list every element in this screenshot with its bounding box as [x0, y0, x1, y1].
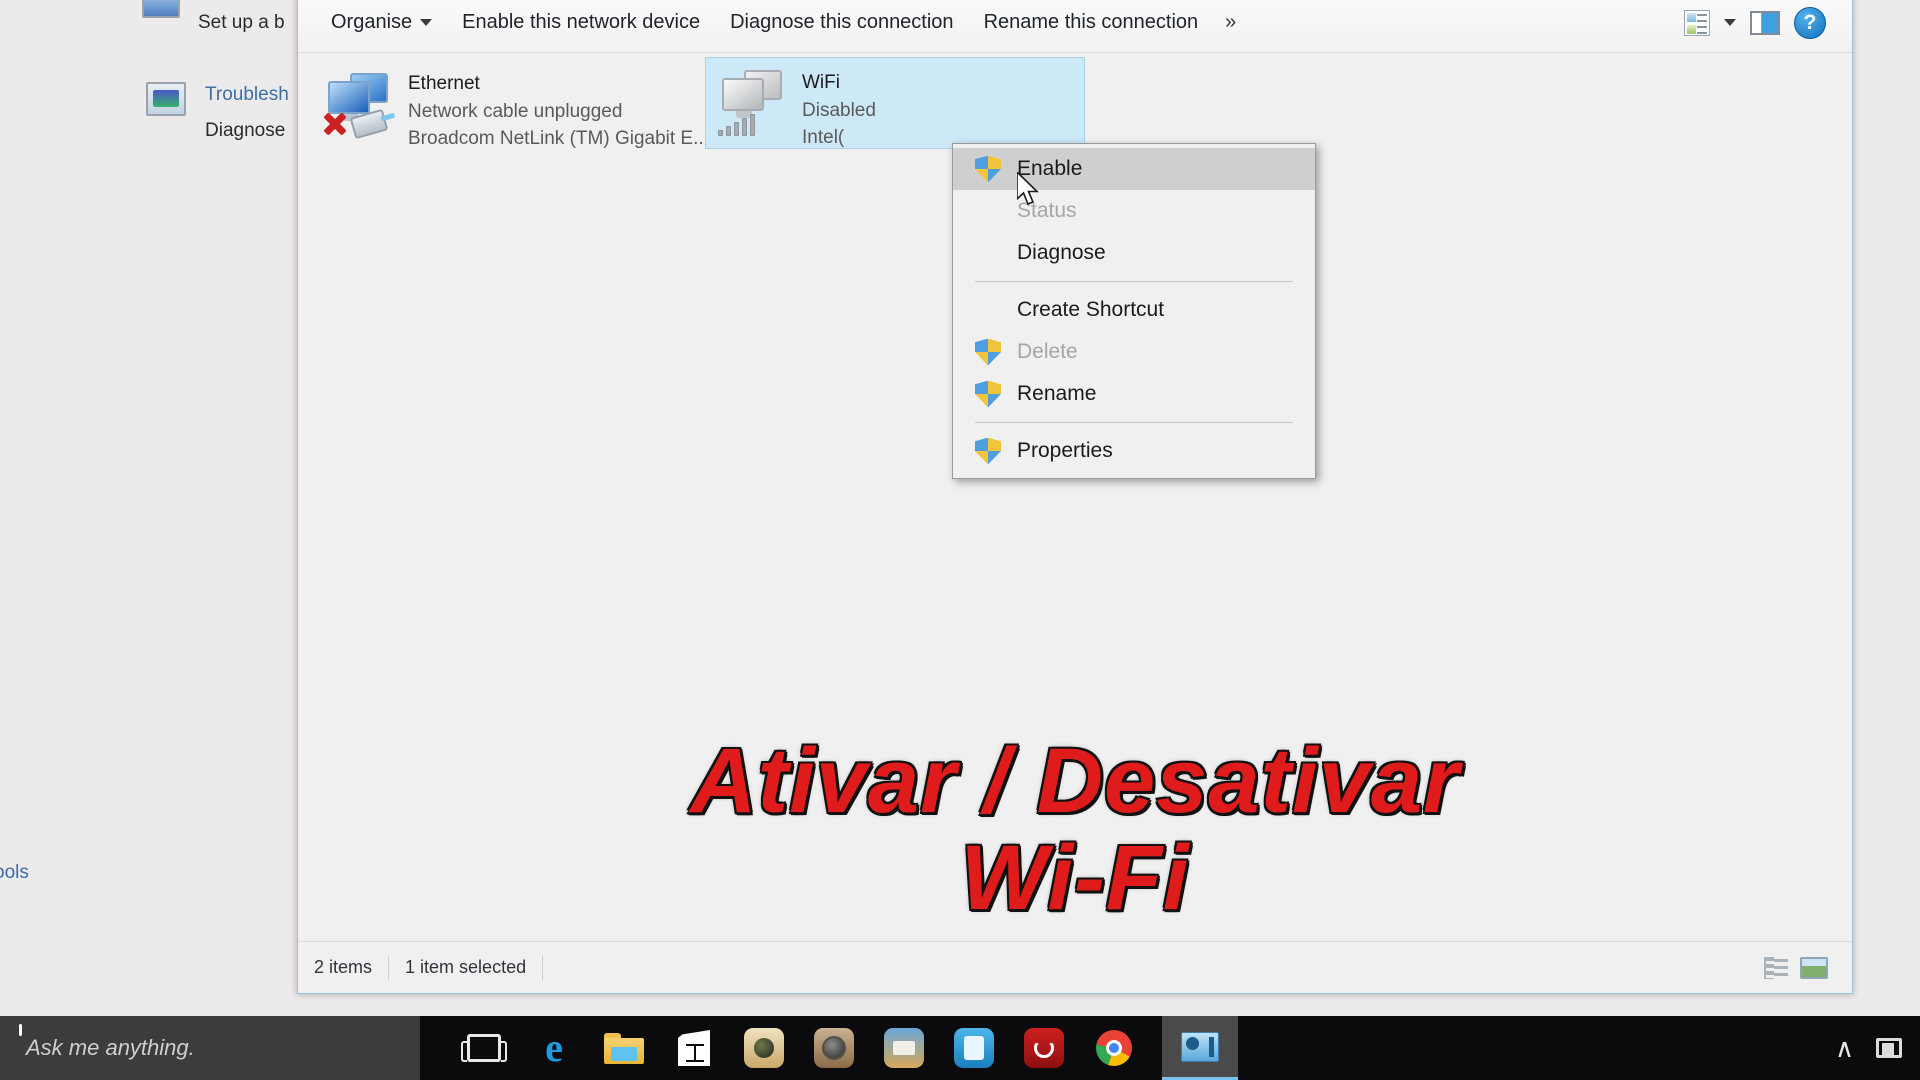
- google-chrome-icon[interactable]: [1092, 1026, 1136, 1070]
- background-link-tools[interactable]: ools: [0, 862, 29, 884]
- connection-context-menu: Enable Status Diagnose Create Shortcut D…: [952, 143, 1316, 479]
- background-text-setup: Set up a b: [198, 12, 285, 33]
- organise-button[interactable]: Organise: [320, 4, 443, 41]
- power-app-icon[interactable]: [19, 1024, 1066, 1070]
- status-bar-divider-2: [542, 955, 544, 980]
- context-menu-item-rename[interactable]: Rename: [953, 373, 1315, 415]
- microsoft-edge-icon[interactable]: e: [532, 1026, 576, 1070]
- organise-label: Organise: [331, 11, 413, 33]
- context-menu-label: Rename: [1017, 382, 1097, 405]
- document-app-icon[interactable]: [882, 1026, 926, 1070]
- context-menu-item-diagnose[interactable]: Diagnose: [953, 232, 1315, 274]
- file-explorer-icon[interactable]: [602, 1026, 646, 1070]
- view-options-chevron-down-icon[interactable]: [1724, 19, 1736, 26]
- view-options-icon[interactable]: [1684, 9, 1710, 36]
- explorer-status-bar: 2 items 1 item selected: [298, 941, 1852, 993]
- connection-adapter: Intel(: [802, 127, 845, 149]
- cortana-search-box[interactable]: Ask me anything.: [0, 1016, 420, 1080]
- connection-name: WiFi: [802, 72, 840, 93]
- context-menu-item-create-shortcut[interactable]: Create Shortcut: [953, 289, 1315, 331]
- toolbar-overflow-button[interactable]: »: [1215, 5, 1246, 40]
- context-menu-label: Delete: [1017, 340, 1078, 363]
- context-menu-item-properties[interactable]: Properties: [953, 430, 1315, 472]
- wireless-disabled-icon: [716, 66, 788, 138]
- connection-name: Ethernet: [408, 73, 480, 94]
- background-link-troubleshoot[interactable]: Troublesh: [205, 84, 289, 106]
- tray-icon[interactable]: [1876, 1038, 1902, 1058]
- enable-network-device-button[interactable]: Enable this network device: [451, 4, 711, 41]
- show-hidden-icons-chevron-up-icon[interactable]: ∧: [1835, 1033, 1854, 1064]
- help-icon[interactable]: ?: [1794, 6, 1826, 39]
- task-view-icon[interactable]: [461, 1026, 507, 1070]
- camera-app-icon[interactable]: [742, 1026, 786, 1070]
- connection-status: Disabled: [802, 99, 876, 121]
- uac-shield-icon: [975, 380, 1001, 408]
- chevron-down-icon: [420, 19, 433, 26]
- background-icon-setup: [142, 0, 180, 18]
- windows-taskbar: Ask me anything. e ∧: [0, 1016, 1920, 1080]
- context-menu-item-delete: Delete: [953, 331, 1315, 373]
- context-menu-item-enable[interactable]: Enable: [953, 148, 1315, 190]
- context-menu-separator-2: [975, 422, 1293, 423]
- microsoft-store-icon[interactable]: [672, 1026, 716, 1070]
- context-menu-item-status: Status: [953, 190, 1315, 232]
- background-text-diagnose: Diagnose: [205, 120, 286, 141]
- selection-count-label: 1 item selected: [405, 957, 527, 977]
- uac-shield-icon: [975, 338, 1001, 366]
- context-menu-label: Properties: [1017, 439, 1113, 462]
- rename-connection-button[interactable]: Rename this connection: [973, 4, 1210, 41]
- uac-shield-icon: [975, 437, 1001, 465]
- item-count-label: 2 items: [314, 957, 373, 977]
- taskbar-pinned-icons: e: [19, 1024, 1136, 1070]
- context-menu-label: Diagnose: [1017, 241, 1106, 264]
- context-menu-separator: [975, 281, 1293, 282]
- caption-line-2: Wi-Fi: [960, 826, 1190, 929]
- connection-adapter: Broadcom NetLink (TM) Gigabit E...: [408, 128, 709, 150]
- video-caption: Ativar / Desativar Wi-Fi: [298, 733, 1852, 926]
- toolbar-right-group: ?: [1684, 6, 1852, 39]
- settings-app-icon[interactable]: [952, 1026, 996, 1070]
- ethernet-unplugged-icon: [322, 67, 394, 140]
- explorer-toolbar: Organise Enable this network device Diag…: [298, 0, 1852, 53]
- network-connections-icon[interactable]: [1162, 1016, 1238, 1080]
- view-toggle-group: [1764, 956, 1852, 979]
- background-icon-troubleshoot-inner: [153, 90, 179, 107]
- mouse-cursor: [1016, 170, 1043, 215]
- speaker-app-icon[interactable]: [812, 1026, 856, 1070]
- preview-pane-icon[interactable]: [1750, 10, 1780, 35]
- system-tray: ∧: [1835, 1033, 1920, 1064]
- caption-line-1: Ativar / Desativar: [690, 730, 1460, 832]
- connection-item-wifi[interactable]: WiFi Disabled Intel(: [705, 57, 1085, 149]
- signal-bars-icon: [718, 114, 755, 136]
- connection-item-ethernet[interactable]: Ethernet Network cable unplugged Broadco…: [312, 59, 709, 151]
- uac-shield-icon: [975, 155, 1001, 183]
- large-icons-view-icon[interactable]: [1800, 956, 1828, 979]
- connection-status: Network cable unplugged: [408, 100, 623, 122]
- diagnose-connection-button[interactable]: Diagnose this connection: [719, 4, 964, 41]
- context-menu-label: Create Shortcut: [1017, 298, 1165, 321]
- search-placeholder: Ask me anything.: [26, 1035, 195, 1060]
- details-view-icon[interactable]: [1764, 956, 1788, 979]
